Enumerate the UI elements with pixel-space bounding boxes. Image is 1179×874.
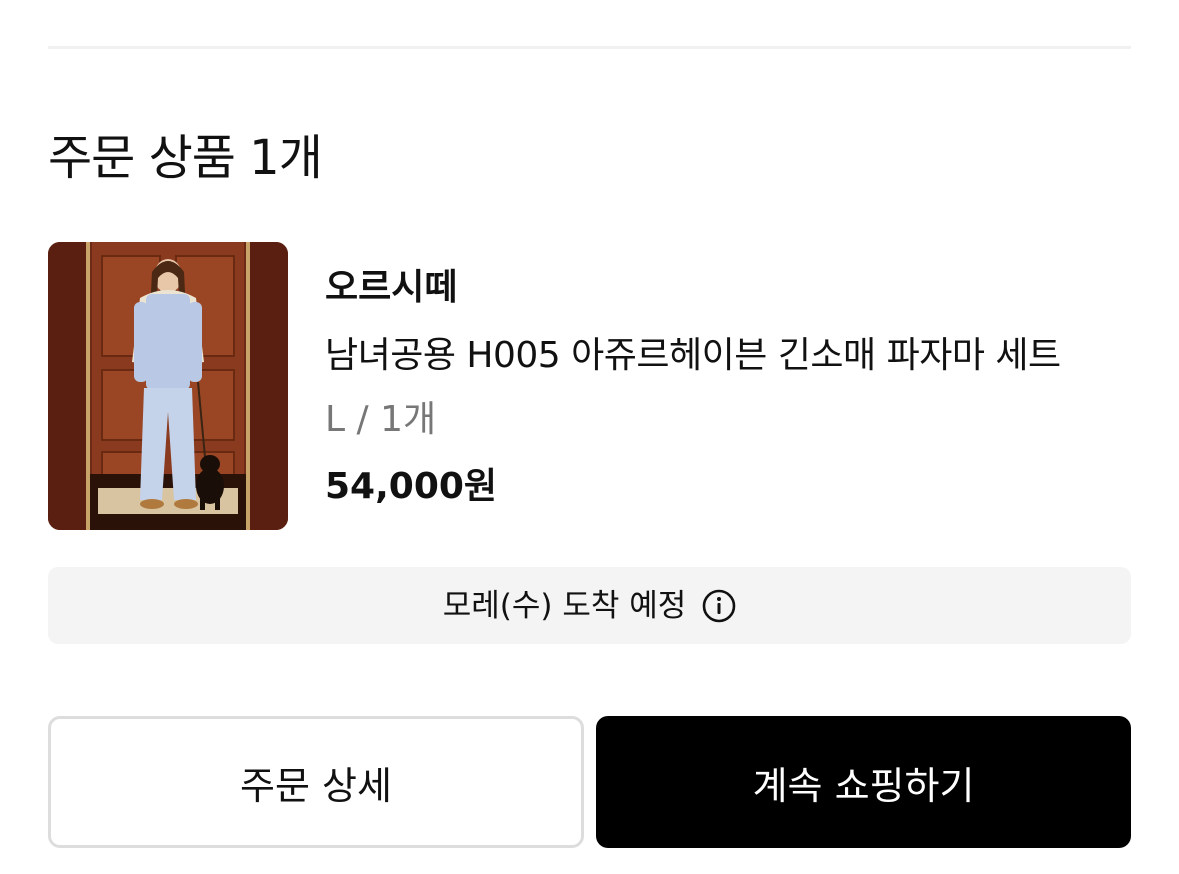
order-detail-button[interactable]: 주문 상세 (48, 716, 584, 848)
product-brand[interactable]: 오르시떼 (325, 266, 457, 310)
order-product-item[interactable]: 오르시떼 남녀공용 H005 아쥬르헤이븐 긴소매 파자마 세트 L / 1개 … (48, 242, 1131, 530)
delivery-estimate-text: 모레(수) 도착 예정 (442, 587, 687, 624)
product-option: L / 1개 (325, 399, 437, 440)
continue-shopping-button[interactable]: 계속 쇼핑하기 (596, 716, 1131, 848)
product-name[interactable]: 남녀공용 H005 아쥬르헤이븐 긴소매 파자마 세트 (325, 334, 1061, 378)
top-divider (48, 46, 1131, 49)
product-price: 54,000원 (325, 466, 498, 507)
section-title: 주문 상품 1개 (48, 130, 323, 186)
info-icon[interactable] (702, 589, 736, 623)
product-thumbnail[interactable] (48, 242, 288, 530)
delivery-estimate-banner: 모레(수) 도착 예정 (48, 567, 1131, 644)
